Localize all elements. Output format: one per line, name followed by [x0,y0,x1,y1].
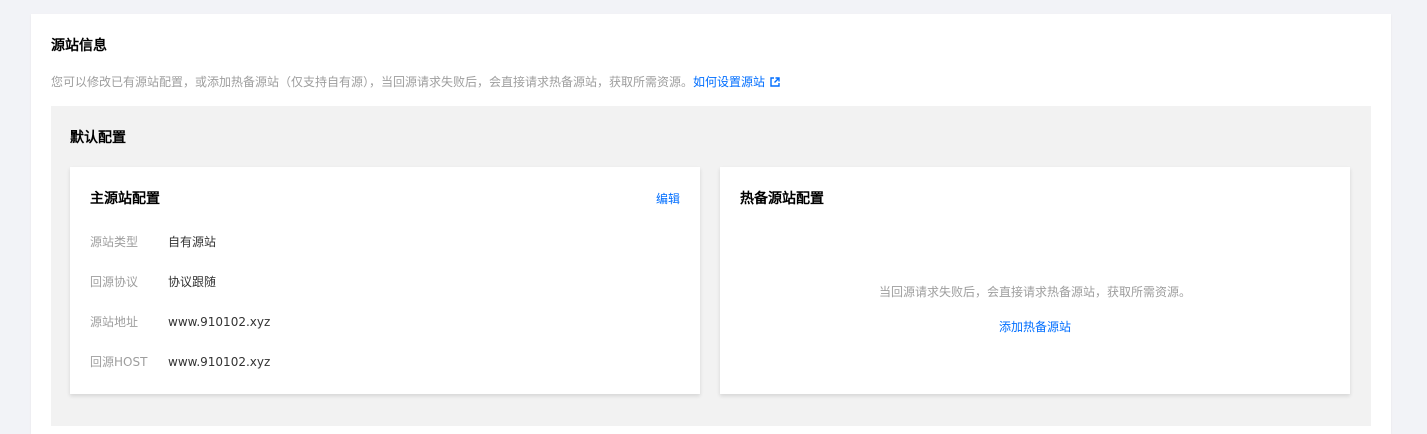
origin-info-title: 源站信息 [51,38,107,54]
backup-origin-title: 热备源站配置 [740,191,824,207]
origin-type-label: 源站类型 [90,235,139,249]
main-origin-title: 主源站配置 [90,191,160,207]
default-config-title: 默认配置 [70,130,126,146]
origin-address-value: www.910102.xyz [168,315,271,329]
add-backup-origin-button[interactable]: 添加热备源站 [999,320,1071,334]
origin-host-row: 回源HOST www.910102.xyz [90,353,270,370]
external-link-icon [770,77,780,87]
backup-origin-card: 热备源站配置 当回源请求失败后，会直接请求热备源站，获取所需资源。 添加热备源站 [720,167,1350,394]
origin-protocol-label: 回源协议 [90,275,139,289]
origin-address-row: 源站地址 www.910102.xyz [90,313,270,330]
main-origin-card: 主源站配置 编辑 源站类型 自有源站 回源协议 协议跟随 源站地址 www.91010… [70,167,700,394]
backup-origin-empty-text: 当回源请求失败后，会直接请求热备源站，获取所需资源。 [878,285,1191,299]
edit-main-origin-button[interactable]: 编辑 [656,190,680,207]
origin-host-label: 回源HOST [90,355,148,369]
origin-type-value: 自有源站 [168,235,217,249]
how-to-set-origin-link[interactable]: 如何设置源站 [693,75,780,89]
origin-type-row: 源站类型 自有源站 [90,233,216,250]
origin-address-label: 源站地址 [90,315,139,329]
origin-info-panel: 源站信息 您可以修改已有源站配置，或添加热备源站（仅支持自有源），当回源请求失败… [31,14,1391,434]
origin-info-description-text: 您可以修改已有源站配置，或添加热备源站（仅支持自有源），当回源请求失败后，会直接… [51,75,694,89]
origin-protocol-value: 协议跟随 [168,275,217,289]
origin-host-value: www.910102.xyz [168,355,271,369]
add-backup-origin-link: 添加热备源站 [720,318,1350,335]
origin-protocol-row: 回源协议 协议跟随 [90,273,216,290]
origin-info-description: 您可以修改已有源站配置，或添加热备源站（仅支持自有源），当回源请求失败后，会直接… [51,73,780,90]
how-to-set-origin-link-label: 如何设置源站 [693,75,766,89]
default-config-section: 默认配置 主源站配置 编辑 源站类型 自有源站 回源协议 协议跟随 源站地址 www.… [51,106,1371,426]
